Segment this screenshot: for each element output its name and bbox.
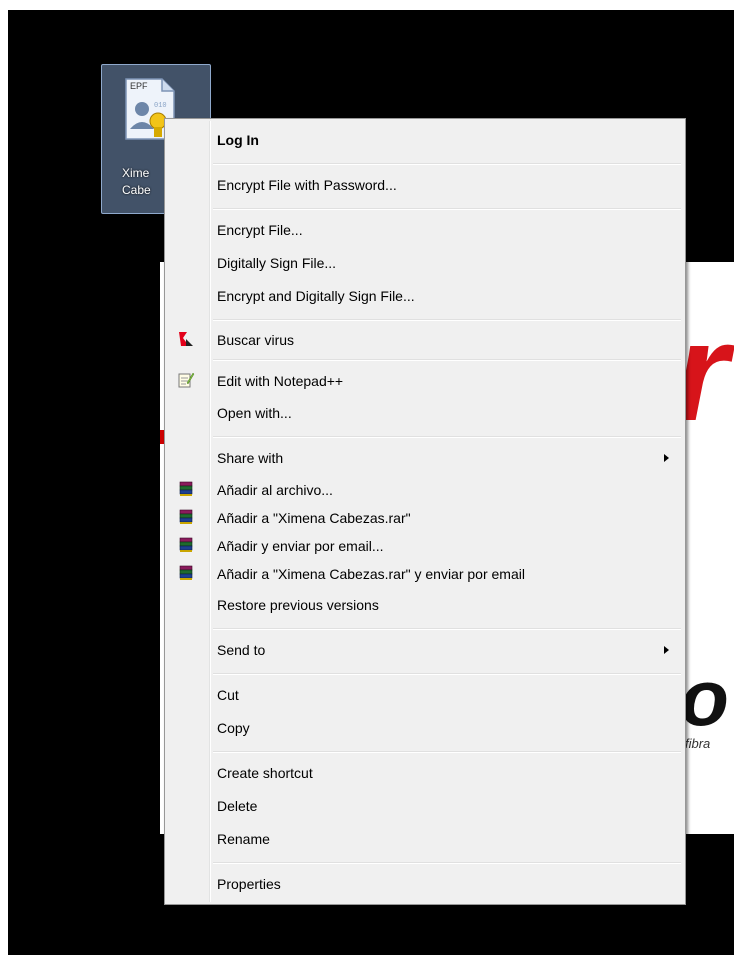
menu-item-anadir-al-archivo[interactable]: Añadir al archivo... <box>167 477 683 503</box>
menu-item-label: Añadir a "Ximena Cabezas.rar" y enviar p… <box>217 566 525 582</box>
menu-item-label: Copy <box>217 720 250 736</box>
menu-item-label: Buscar virus <box>217 332 295 348</box>
menu-item-edit-with-notepad[interactable]: Edit with Notepad++ <box>167 368 683 394</box>
context-menu: Log In Encrypt File with Password... Enc… <box>164 118 686 905</box>
menu-item-label: Share with <box>217 450 284 466</box>
menu-separator <box>213 751 681 753</box>
menu-item-create-shortcut[interactable]: Create shortcut <box>167 760 683 786</box>
menu-separator <box>213 319 681 321</box>
menu-separator <box>213 163 681 165</box>
menu-item-label: Log In <box>217 132 259 148</box>
menu-separator <box>213 673 681 675</box>
menu-item-label: Restore previous versions <box>217 597 379 613</box>
winrar-icon <box>179 537 193 552</box>
menu-item-rename[interactable]: Rename <box>167 826 683 852</box>
menu-item-encrypt-file[interactable]: Encrypt File... <box>167 217 683 243</box>
menu-separator <box>213 359 681 361</box>
menu-item-digitally-sign[interactable]: Digitally Sign File... <box>167 250 683 276</box>
menu-item-label: Añadir al archivo... <box>217 482 333 498</box>
notepad-plus-plus-icon <box>178 372 195 388</box>
menu-item-label: Encrypt File with Password... <box>217 177 397 193</box>
menu-item-encrypt-and-sign[interactable]: Encrypt and Digitally Sign File... <box>167 283 683 309</box>
menu-item-label: Edit with Notepad++ <box>217 373 344 389</box>
menu-separator <box>213 628 681 630</box>
menu-item-anadir-rar[interactable]: Añadir a "Ximena Cabezas.rar" <box>167 505 683 531</box>
menu-separator <box>213 862 681 864</box>
menu-item-anadir-enviar-email[interactable]: Añadir y enviar por email... <box>167 533 683 559</box>
winrar-icon <box>179 481 193 496</box>
menu-item-label: Cut <box>217 687 239 703</box>
menu-item-encrypt-with-password[interactable]: Encrypt File with Password... <box>167 172 683 198</box>
menu-item-cut[interactable]: Cut <box>167 682 683 708</box>
menu-item-label: Añadir a "Ximena Cabezas.rar" <box>217 510 411 526</box>
menu-item-label: Create shortcut <box>217 765 313 781</box>
winrar-icon <box>179 565 193 580</box>
menu-item-label: Rename <box>217 831 270 847</box>
menu-item-buscar-virus[interactable]: Buscar virus <box>167 327 683 353</box>
menu-item-copy[interactable]: Copy <box>167 715 683 741</box>
menu-separator <box>213 436 681 438</box>
background-logo-fragment-o: o <box>680 653 729 742</box>
menu-item-label: Encrypt and Digitally Sign File... <box>217 288 415 304</box>
menu-item-label: Encrypt File... <box>217 222 303 238</box>
svg-text:010: 010 <box>154 102 167 110</box>
menu-separator <box>213 208 681 210</box>
menu-item-restore-previous-versions[interactable]: Restore previous versions <box>167 592 683 618</box>
background-text-fragment: fibra <box>685 736 711 751</box>
menu-item-label: Send to <box>217 642 266 658</box>
menu-item-open-with[interactable]: Open with... <box>167 400 683 426</box>
menu-item-label: Open with... <box>217 405 292 421</box>
chevron-right-icon <box>664 454 669 462</box>
menu-item-log-in[interactable]: Log In <box>167 127 683 153</box>
menu-item-anadir-rar-enviar-email[interactable]: Añadir a "Ximena Cabezas.rar" y enviar p… <box>167 561 683 587</box>
kaspersky-icon <box>179 332 193 346</box>
menu-item-share-with[interactable]: Share with <box>167 445 683 471</box>
chevron-right-icon <box>664 646 669 654</box>
menu-item-label: Delete <box>217 798 258 814</box>
menu-item-label: Properties <box>217 876 281 892</box>
menu-item-label: Añadir y enviar por email... <box>217 538 384 554</box>
winrar-icon <box>179 509 193 524</box>
menu-item-send-to[interactable]: Send to <box>167 637 683 663</box>
epf-badge: EPF <box>130 81 148 91</box>
menu-item-delete[interactable]: Delete <box>167 793 683 819</box>
menu-item-label: Digitally Sign File... <box>217 255 337 271</box>
menu-item-properties[interactable]: Properties <box>167 871 683 897</box>
